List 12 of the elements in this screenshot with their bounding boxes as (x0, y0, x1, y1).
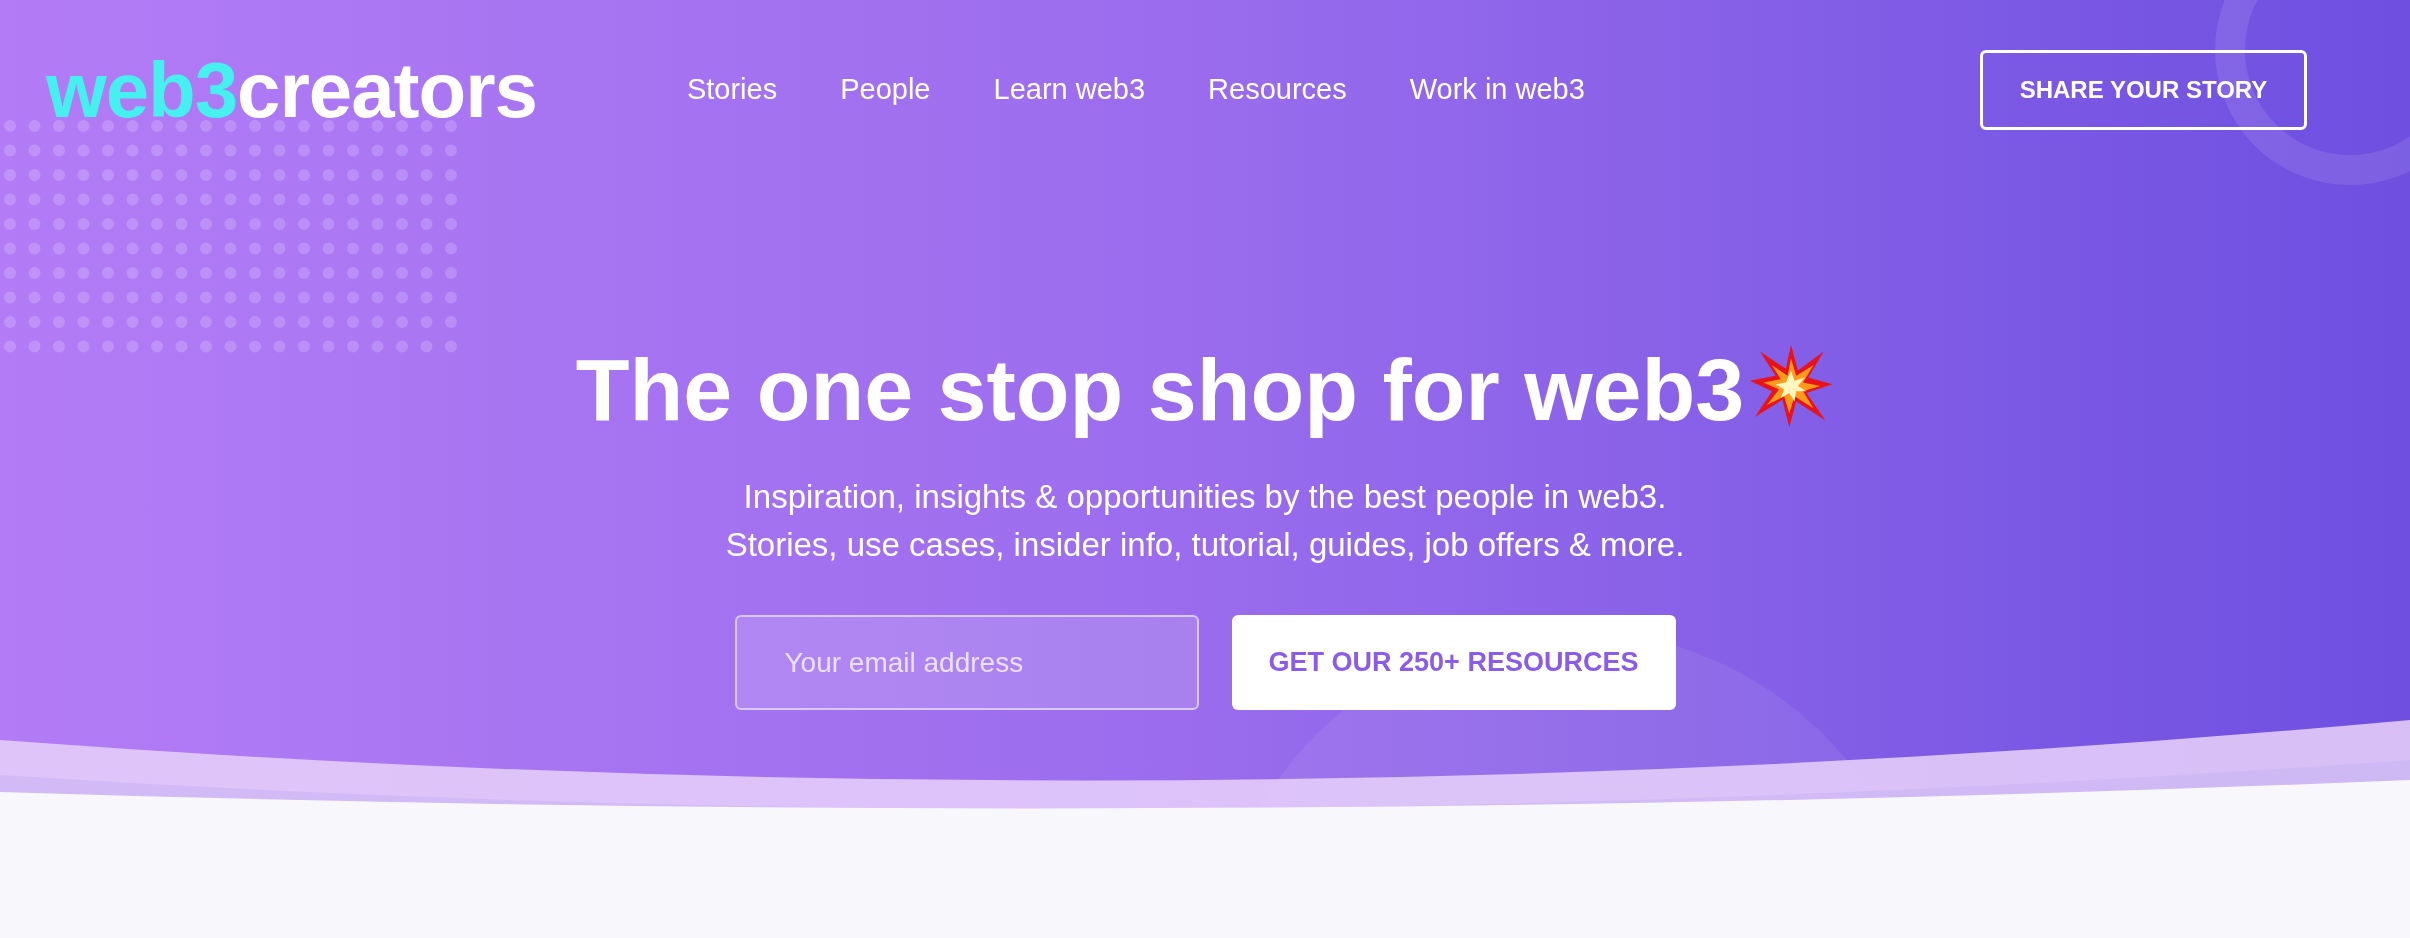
nav-link[interactable]: People (840, 68, 931, 112)
hero-title: The one stop shop for web3 (575, 339, 1745, 441)
hero-subtitle: Inspiration, insights & opportunities by the best people in web3. (743, 477, 1667, 517)
email-field[interactable]: Your email address (734, 615, 1199, 710)
nav-link[interactable]: Work in web3 (1409, 68, 1585, 112)
nav-link[interactable]: Stories (686, 68, 778, 112)
resources-button[interactable]: GET OUR 250+ RESOURCES (1231, 615, 1676, 710)
hero-subtitle: Stories, use cases, insider info, tutorial, guides, job offers & more. (725, 525, 1685, 565)
nav-link[interactable]: Learn web3 (993, 68, 1146, 112)
logo[interactable]: web3creators (46, 51, 537, 129)
share-story-button[interactable]: SHARE YOUR STORY (1980, 50, 2307, 130)
nav-link[interactable]: Resources (1208, 68, 1347, 112)
